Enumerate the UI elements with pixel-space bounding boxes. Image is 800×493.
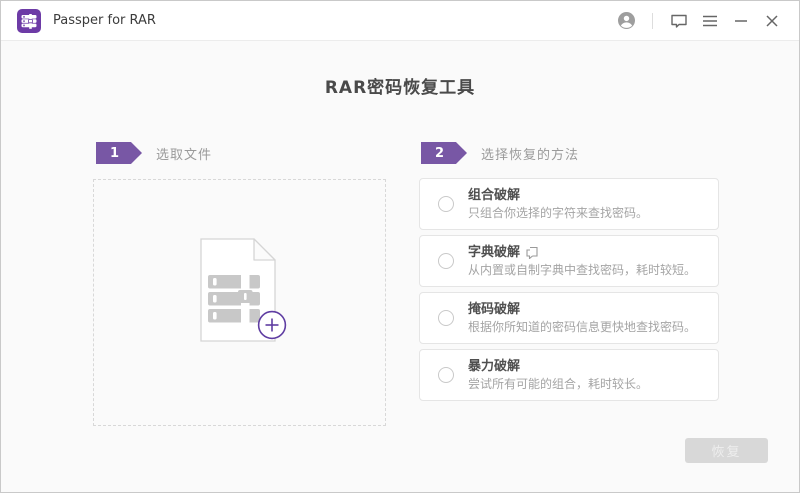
method-card-combination[interactable]: 组合破解 只组合你选择的字符来查找密码。 (419, 178, 719, 230)
minimize-icon[interactable] (730, 10, 752, 32)
import-dictionary-icon[interactable] (526, 246, 538, 259)
app-window: Passper for RAR (0, 0, 800, 493)
method-card-mask[interactable]: 掩码破解 根据你所知道的密码信息更快地查找密码。 (419, 292, 719, 344)
step-1-header: 1 选取文件 (96, 141, 212, 165)
method-card-bruteforce[interactable]: 暴力破解 尝试所有可能的组合，耗时较长。 (419, 349, 719, 401)
account-icon[interactable] (615, 10, 637, 32)
titlebar-divider (652, 13, 653, 29)
app-title: Passper for RAR (53, 13, 156, 28)
method-title: 暴力破解 (468, 358, 520, 376)
recover-button[interactable]: 恢复 (685, 438, 768, 463)
method-description: 根据你所知道的密码信息更快地查找密码。 (468, 319, 696, 336)
method-title: 掩码破解 (468, 301, 520, 319)
step-2-header: 2 选择恢复的方法 (421, 141, 579, 165)
method-description: 只组合你选择的字符来查找密码。 (468, 205, 648, 222)
add-file-button[interactable] (257, 310, 287, 340)
step-2-badge: 2 (421, 142, 467, 164)
menu-icon[interactable] (699, 10, 721, 32)
step-2-label: 选择恢复的方法 (481, 144, 579, 163)
feedback-icon[interactable] (668, 10, 690, 32)
step-1-label: 选取文件 (156, 144, 212, 163)
method-title: 组合破解 (468, 187, 520, 205)
method-card-dictionary[interactable]: 字典破解 从内置或自制字典中查找密码，耗时较短。 (419, 235, 719, 287)
close-icon[interactable] (761, 10, 783, 32)
radio-combination[interactable] (438, 196, 454, 212)
step-1-badge: 1 (96, 142, 142, 164)
radio-dictionary[interactable] (438, 253, 454, 269)
method-title: 字典破解 (468, 244, 520, 262)
method-description: 尝试所有可能的组合，耗时较长。 (468, 376, 648, 393)
titlebar: Passper for RAR (1, 1, 799, 41)
file-dropzone[interactable] (93, 179, 386, 426)
method-description: 从内置或自制字典中查找密码，耗时较短。 (468, 262, 696, 279)
app-logo-icon (17, 9, 41, 33)
radio-mask[interactable] (438, 310, 454, 326)
page-title: RAR密码恢复工具 (1, 73, 799, 98)
radio-bruteforce[interactable] (438, 367, 454, 383)
